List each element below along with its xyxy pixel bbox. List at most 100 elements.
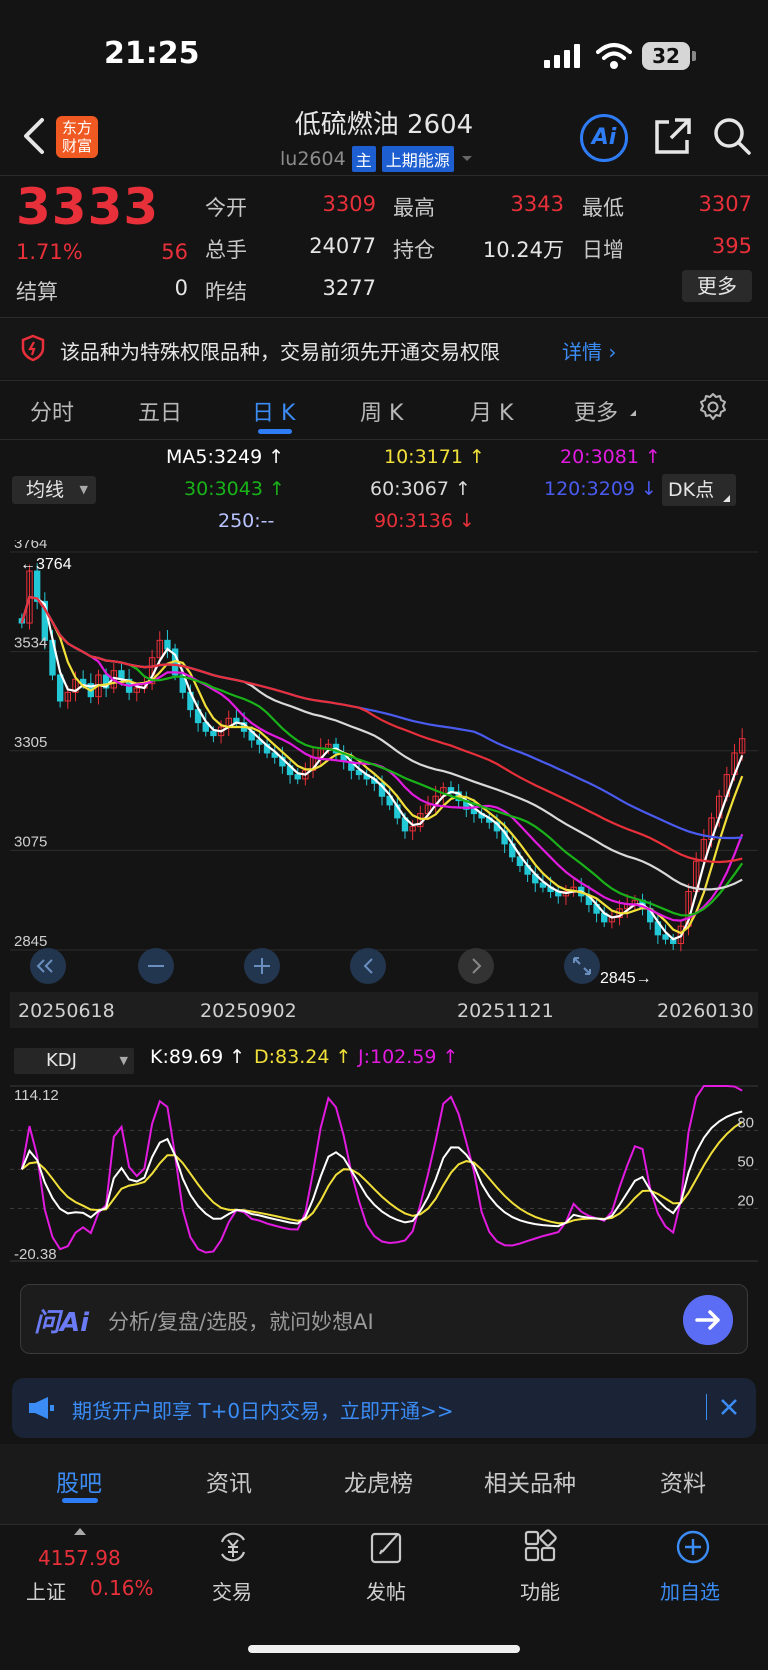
tab-daily-k[interactable]: 日 K	[252, 395, 295, 427]
kdj-k-value: K:89.69 ↑	[150, 1046, 246, 1068]
nav-functions[interactable]: 功能	[508, 1528, 572, 1628]
more-quote-button[interactable]: 更多	[682, 270, 752, 302]
date-label-1: 20250618	[18, 1000, 115, 1022]
ma20-label: 20:3081 ↑	[560, 446, 661, 468]
dropdown-arrow-icon: ▼	[119, 1054, 128, 1067]
kdj-j-value: J:102.59 ↑	[358, 1046, 459, 1068]
notice-link-label: 详情	[562, 340, 602, 364]
battery-icon: 32	[642, 42, 690, 70]
candle-body	[662, 934, 669, 940]
volume-value: 24077	[309, 234, 376, 258]
exchange-tag: 上期能源	[381, 146, 454, 172]
contract-subtitle[interactable]: lu2604 主 上期能源	[280, 146, 474, 172]
kdj-y-tick: 20	[737, 1192, 754, 1209]
fullscreen-button[interactable]	[564, 948, 600, 984]
search-icon[interactable]	[712, 116, 752, 156]
tab-dragon-tiger[interactable]: 龙虎榜	[344, 1464, 413, 1498]
tab-profile[interactable]: 资料	[660, 1464, 706, 1498]
prev-settle-label: 昨结	[205, 280, 247, 304]
nav-trade[interactable]: 交易	[200, 1528, 264, 1628]
high-value: 3343	[510, 192, 564, 216]
close-icon[interactable]	[720, 1398, 738, 1416]
ma-indicator-select[interactable]: 均线 ▼	[12, 476, 96, 504]
dk-point-button[interactable]: DK点	[662, 474, 736, 506]
zoom-in-button[interactable]	[244, 948, 280, 984]
kdj-y-tick: 80	[737, 1114, 754, 1131]
ai-logo: 问Ai	[34, 1308, 90, 1338]
ma30-label: 30:3043 ↑	[184, 478, 285, 500]
open-label: 今开	[205, 196, 247, 220]
change-value: 56	[161, 240, 188, 264]
kdj-indicator-select[interactable]: KDJ ▼	[14, 1048, 134, 1074]
kdj-y-tick: -20.38	[14, 1246, 57, 1263]
tab-monthly-k[interactable]: 月 K	[470, 395, 513, 427]
notice-divider	[0, 380, 768, 381]
index-change: 0.16%	[90, 1576, 154, 1600]
change-percent: 1.71%	[16, 240, 83, 264]
nav-functions-label: 功能	[520, 1580, 560, 1604]
ma60-label: 60:3067 ↑	[370, 478, 471, 500]
contract-code: lu2604	[280, 148, 346, 170]
index-name: 上证	[26, 1580, 66, 1604]
tab-related-products[interactable]: 相关品种	[484, 1464, 576, 1498]
nav-post[interactable]: 发帖	[356, 1528, 420, 1628]
notice-detail-link[interactable]: 详情 ›	[562, 336, 616, 365]
ma250-label: 250:--	[218, 510, 275, 532]
tab-guba[interactable]: 股吧	[56, 1464, 102, 1498]
kline-chart[interactable]: 3764 3534 3305 3075 2845 ←3764 2845→	[10, 540, 758, 990]
corner-triangle-icon	[723, 495, 730, 502]
tab-news[interactable]: 资讯	[206, 1464, 252, 1498]
tab-weekly-k[interactable]: 周 K	[360, 395, 403, 427]
promo-separator	[706, 1394, 707, 1420]
scroll-right-button[interactable]	[458, 948, 494, 984]
kdj-chart[interactable]: 114.12 80 50 20 -20.38	[10, 1076, 758, 1271]
dropdown-arrow-icon	[461, 156, 472, 161]
date-axis: 20250618 20250902 20251121 20260130	[10, 992, 758, 1028]
ai-assistant-button[interactable]: Ai	[580, 114, 628, 162]
yuan-exchange-icon	[220, 1532, 246, 1562]
ma120-label: 120:3209 ↓	[544, 478, 657, 500]
open-value: 3309	[322, 192, 376, 216]
dropdown-arrow-icon: ▼	[79, 483, 88, 496]
nav-add-watchlist[interactable]: 加自选	[654, 1528, 734, 1628]
nav-trade-label: 交易	[212, 1580, 252, 1604]
date-label-2: 20250902	[200, 1000, 297, 1022]
ma-line-ma20	[20, 595, 744, 922]
gear-icon[interactable]	[698, 392, 728, 422]
low-marker: 2845→	[600, 970, 652, 987]
day-increase-label: 日增	[582, 238, 624, 262]
tab-intraday[interactable]: 分时	[30, 395, 74, 427]
tab-more[interactable]: 更多	[574, 395, 618, 427]
day-increase-value: 395	[711, 234, 752, 258]
ai-search-input[interactable]: 分析/复盘/选股，就问妙想AI	[108, 1306, 374, 1336]
header-divider	[0, 175, 768, 176]
ma-line-ma90	[20, 595, 743, 864]
nav-post-label: 发帖	[366, 1580, 406, 1604]
edit-post-icon	[370, 1532, 402, 1564]
megaphone-icon	[29, 1397, 54, 1419]
send-arrow-icon[interactable]	[683, 1295, 733, 1345]
shield-alert-icon	[21, 334, 45, 362]
index-value: 4157.98	[38, 1546, 121, 1570]
prev-settle-value: 3277	[322, 276, 376, 300]
index-ticker[interactable]: 4157.98 上证 0.16%	[10, 1528, 170, 1628]
chart-nav-controls	[30, 948, 600, 984]
low-value: 3307	[698, 192, 752, 216]
volume-label: 总手	[205, 238, 247, 262]
ma-select-label: 均线	[26, 479, 65, 501]
share-icon[interactable]	[653, 116, 693, 156]
zoom-out-button[interactable]	[138, 948, 174, 984]
candle-body	[294, 774, 301, 780]
scroll-first-button[interactable]	[30, 948, 66, 984]
scroll-left-button[interactable]	[350, 948, 386, 984]
kline-y-tick: 2845	[14, 933, 47, 950]
ma5-label: MA5:3249 ↑	[166, 446, 285, 468]
kline-y-tick: 3764	[14, 540, 47, 552]
high-marker: ←3764	[20, 556, 72, 573]
status-time: 21:25	[104, 36, 200, 71]
open-interest-value: 10.24万	[482, 238, 564, 262]
promo-text: 期货开户即享 T+0日内交易，立即开通>>	[72, 1399, 454, 1423]
battery-tip	[692, 51, 696, 61]
low-label: 最低	[582, 196, 624, 220]
tab-five-day[interactable]: 五日	[138, 395, 182, 427]
